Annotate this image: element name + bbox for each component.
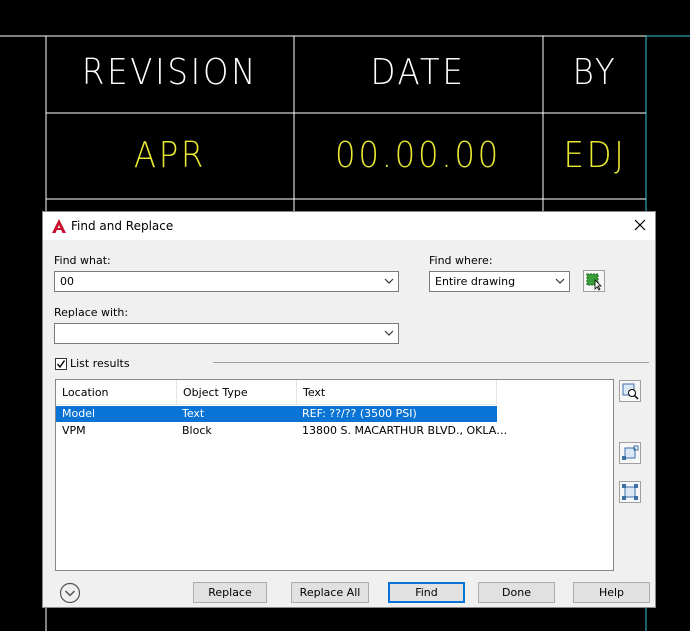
cad-value-revision: APR [133, 135, 207, 176]
separator-line [213, 362, 649, 363]
column-header-location-label: Location [62, 386, 109, 399]
done-button[interactable]: Done [478, 582, 555, 603]
find-where-value: Entire drawing [435, 275, 516, 288]
row-object-type: Block [182, 424, 212, 437]
create-selection-set-all-button[interactable] [619, 481, 641, 503]
replace-with-combobox[interactable] [54, 323, 399, 344]
chevron-down-circle-icon [59, 582, 81, 604]
chevron-down-icon[interactable] [384, 276, 394, 286]
find-what-combobox[interactable]: 00 [54, 271, 399, 292]
column-header-text[interactable]: Text [297, 380, 497, 405]
find-replace-dialog: Find and Replace Find what: 00 Find wher… [42, 211, 656, 608]
column-header-location[interactable]: Location [56, 380, 177, 405]
find-where-select[interactable]: Entire drawing [429, 271, 570, 292]
row-text: REF: ??/?? (3500 PSI) [302, 407, 417, 420]
replace-all-button[interactable]: Replace All [291, 582, 369, 603]
find-what-value: 00 [60, 275, 74, 288]
results-list[interactable]: Location Object Type Text Model Text REF… [55, 379, 614, 571]
list-results-label[interactable]: List results [70, 357, 130, 370]
cad-header-by: BY [572, 52, 618, 93]
zoom-to-highlighted-button[interactable] [619, 380, 641, 402]
more-options-button[interactable] [59, 582, 81, 604]
select-objects-button[interactable] [583, 270, 605, 292]
autocad-logo-icon [52, 219, 66, 233]
create-selection-set-highlighted-button[interactable] [619, 442, 641, 464]
checkmark-icon [56, 360, 66, 369]
cad-header-date: DATE [370, 52, 466, 93]
column-header-text-label: Text [303, 386, 326, 399]
select-objects-icon [586, 273, 602, 291]
column-header-object-type-label: Object Type [183, 386, 248, 399]
chevron-down-icon[interactable] [555, 276, 565, 286]
close-icon [634, 219, 646, 231]
find-where-label: Find where: [429, 254, 493, 267]
chevron-down-icon[interactable] [384, 328, 394, 338]
row-object-type: Text [182, 407, 205, 420]
list-results-checkbox[interactable] [55, 358, 67, 370]
row-text: 13800 S. MACARTHUR BLVD., OKLA… [302, 424, 508, 437]
find-what-label: Find what: [54, 254, 111, 267]
row-location: VPM [62, 424, 86, 437]
cad-value-by: EDJ [563, 135, 627, 176]
table-row[interactable]: VPM Block 13800 S. MACARTHUR BLVD., OKLA… [56, 423, 507, 439]
dialog-title: Find and Replace [71, 219, 174, 233]
selection-set-all-icon [622, 484, 638, 500]
replace-with-label: Replace with: [54, 306, 129, 319]
replace-button[interactable]: Replace [193, 582, 267, 603]
row-location: Model [62, 407, 96, 420]
column-header-object-type[interactable]: Object Type [177, 380, 297, 405]
find-button[interactable]: Find [388, 582, 465, 603]
cad-value-date: 00.00.00 [335, 135, 501, 176]
close-button[interactable] [625, 212, 655, 240]
selection-set-icon [622, 445, 639, 460]
zoom-magnifier-icon [622, 383, 639, 400]
dialog-titlebar[interactable]: Find and Replace [43, 212, 655, 240]
help-button[interactable]: Help [573, 582, 650, 603]
table-row[interactable]: Model Text REF: ??/?? (3500 PSI) [56, 406, 497, 422]
cad-header-revision: REVISION [81, 52, 259, 93]
